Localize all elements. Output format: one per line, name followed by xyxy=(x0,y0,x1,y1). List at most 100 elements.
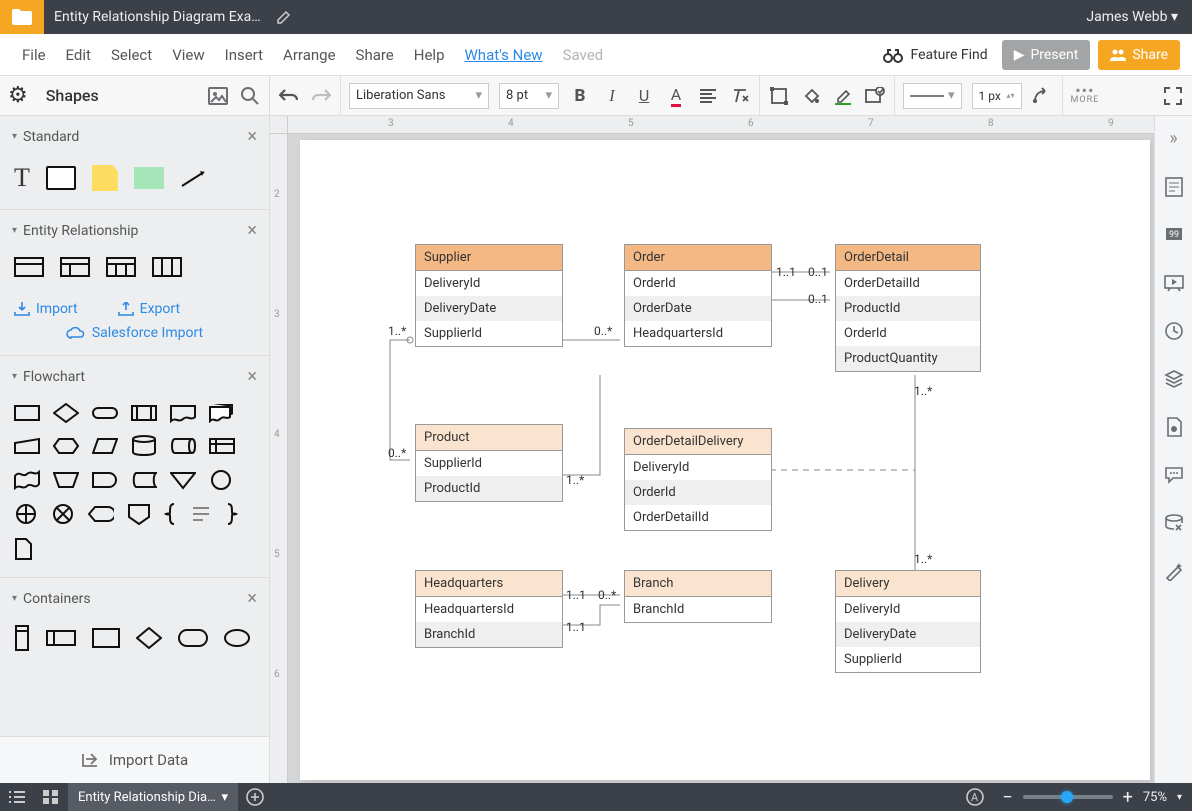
fill-icon[interactable] xyxy=(800,85,822,107)
gear-icon[interactable]: ⚙ xyxy=(8,83,28,108)
cont-3[interactable] xyxy=(92,628,120,648)
chevron-down-icon[interactable]: ▾ xyxy=(1177,792,1182,803)
canvas[interactable]: 3 4 5 6 7 8 9 2 3 4 5 6 xyxy=(270,116,1154,783)
text-color-icon[interactable]: A xyxy=(665,85,687,107)
flow-terminator[interactable] xyxy=(92,403,118,423)
panel-flowchart[interactable]: ▾Flowchart× xyxy=(0,356,269,397)
flow-data[interactable] xyxy=(92,436,118,456)
entity-supplier[interactable]: Supplier DeliveryId DeliveryDate Supplie… xyxy=(415,244,563,347)
panel-standard[interactable]: ▾Standard× xyxy=(0,116,269,157)
line-style-dropdown[interactable]: ▾ xyxy=(903,83,962,109)
close-icon[interactable]: × xyxy=(247,220,257,241)
export-link[interactable]: Export xyxy=(118,301,180,317)
menu-arrange[interactable]: Arrange xyxy=(273,46,345,64)
presentation-icon[interactable] xyxy=(1155,259,1192,307)
feature-find[interactable]: Feature Find xyxy=(882,47,987,63)
hotspot-shape[interactable] xyxy=(134,167,164,189)
underline-icon[interactable]: U xyxy=(633,85,655,107)
zoom-out-icon[interactable]: − xyxy=(1002,787,1012,808)
cont-5[interactable] xyxy=(178,629,208,647)
salesforce-import-link[interactable]: Salesforce Import xyxy=(0,325,269,355)
flow-storeddata[interactable] xyxy=(131,470,157,490)
flow-tape[interactable] xyxy=(14,470,40,490)
entity-orderdetaildelivery[interactable]: OrderDetailDelivery DeliveryId OrderId O… xyxy=(624,428,772,531)
shape-style-icon[interactable] xyxy=(864,85,886,107)
line-width-dropdown[interactable]: 1 px▴▾ xyxy=(972,83,1022,109)
flow-doc[interactable] xyxy=(170,403,196,423)
grid-view-icon[interactable] xyxy=(34,783,68,811)
cont-2[interactable] xyxy=(46,630,76,646)
font-dropdown[interactable]: Liberation Sans▾ xyxy=(349,83,489,109)
app-folder-icon[interactable] xyxy=(0,0,44,34)
zoom-level[interactable]: 75% xyxy=(1143,790,1167,805)
more-tools[interactable]: •••MORE xyxy=(1071,87,1100,105)
fontsize-dropdown[interactable]: 8 pt▾ xyxy=(499,83,559,109)
fullscreen-icon[interactable] xyxy=(1162,85,1184,107)
cont-4[interactable] xyxy=(136,627,162,649)
flow-predef[interactable] xyxy=(131,403,157,423)
cont-1[interactable] xyxy=(14,625,30,651)
menu-help[interactable]: Help xyxy=(404,46,455,64)
close-icon[interactable]: × xyxy=(247,588,257,609)
document-title[interactable]: Entity Relationship Diagram Exa… xyxy=(44,9,271,25)
flow-sum[interactable] xyxy=(51,503,75,525)
er-shape-2[interactable] xyxy=(60,257,90,277)
entity-orderdetail[interactable]: OrderDetail OrderDetailId ProductId Orde… xyxy=(835,244,981,372)
user-menu[interactable]: James Webb ▾ xyxy=(1072,9,1192,25)
add-page-icon[interactable] xyxy=(238,783,272,811)
layers-icon[interactable] xyxy=(1155,355,1192,403)
zoom-in-icon[interactable]: + xyxy=(1123,787,1133,808)
magic-icon[interactable] xyxy=(1155,547,1192,595)
italic-icon[interactable]: I xyxy=(601,85,623,107)
flow-note[interactable] xyxy=(191,504,211,524)
image-icon[interactable] xyxy=(207,85,229,107)
align-icon[interactable] xyxy=(697,85,719,107)
entity-branch[interactable]: Branch BranchId xyxy=(624,570,772,623)
history-icon[interactable] xyxy=(1155,307,1192,355)
flow-diamond[interactable] xyxy=(53,403,79,423)
flow-card[interactable] xyxy=(14,537,32,561)
bold-icon[interactable]: B xyxy=(569,85,591,107)
close-icon[interactable]: × xyxy=(247,366,257,387)
connector-icon[interactable] xyxy=(1032,85,1054,107)
menu-insert[interactable]: Insert xyxy=(215,46,273,64)
flow-hex[interactable] xyxy=(53,436,79,456)
close-icon[interactable]: × xyxy=(247,126,257,147)
collapse-right-icon[interactable]: » xyxy=(1169,122,1177,163)
page-tab[interactable]: Entity Relationship Dia…▾ xyxy=(68,783,238,811)
flow-bracel[interactable] xyxy=(224,503,238,525)
menu-edit[interactable]: Edit xyxy=(56,46,101,64)
menu-share[interactable]: Share xyxy=(346,46,404,64)
panel-containers[interactable]: ▾Containers× xyxy=(0,578,269,619)
comments-icon[interactable] xyxy=(1155,451,1192,499)
whats-new-link[interactable]: What's New xyxy=(455,46,553,64)
flow-connector[interactable] xyxy=(209,469,233,491)
rect-shape[interactable] xyxy=(46,166,76,190)
flow-or[interactable] xyxy=(14,503,38,525)
undo-icon[interactable] xyxy=(278,85,300,107)
shape-tool-icon[interactable] xyxy=(768,85,790,107)
border-color-icon[interactable] xyxy=(832,85,854,107)
clear-format-icon[interactable] xyxy=(729,85,751,107)
flow-merge[interactable] xyxy=(170,470,196,490)
flow-multidoc[interactable] xyxy=(209,403,235,423)
auto-layout-icon[interactable]: A xyxy=(958,783,992,811)
note-shape[interactable] xyxy=(92,165,118,191)
import-link[interactable]: Import xyxy=(14,301,78,317)
flow-rect[interactable] xyxy=(14,403,40,423)
er-shape-4[interactable] xyxy=(152,257,182,277)
er-shape-1[interactable] xyxy=(14,257,44,277)
arrow-shape[interactable] xyxy=(180,168,210,188)
flow-delay[interactable] xyxy=(92,470,118,490)
er-shape-3[interactable] xyxy=(106,257,136,277)
entity-delivery[interactable]: Delivery DeliveryId DeliveryDate Supplie… xyxy=(835,570,981,673)
entity-headquarters[interactable]: Headquarters HeadquartersId BranchId xyxy=(415,570,563,648)
zoom-slider[interactable] xyxy=(1023,795,1113,799)
search-icon[interactable] xyxy=(239,85,261,107)
page[interactable]: Supplier DeliveryId DeliveryDate Supplie… xyxy=(300,140,1150,780)
flow-offpage[interactable] xyxy=(127,503,151,525)
outline-view-icon[interactable] xyxy=(0,783,34,811)
menu-select[interactable]: Select xyxy=(101,46,162,64)
entity-order[interactable]: Order OrderId OrderDate HeadquartersId xyxy=(624,244,772,347)
flow-display[interactable] xyxy=(88,504,114,524)
